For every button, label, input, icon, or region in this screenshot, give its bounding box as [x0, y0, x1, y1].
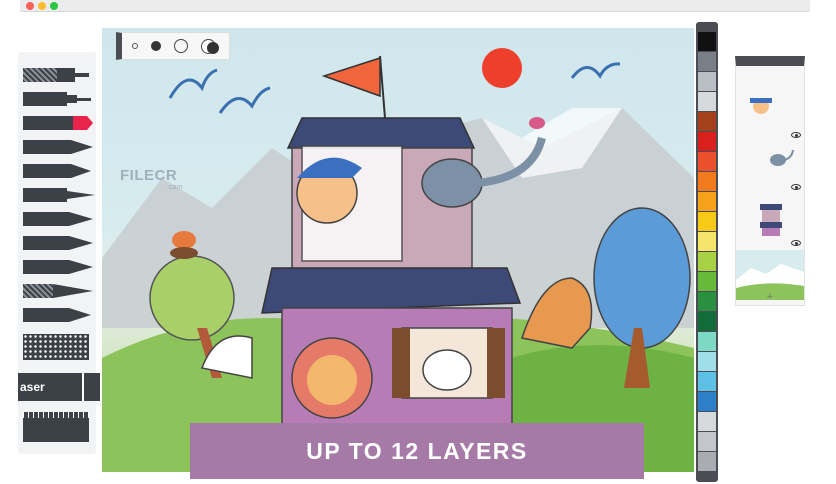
brush-size-l-button[interactable] [200, 37, 219, 55]
color-swatch[interactable] [698, 252, 716, 271]
color-swatch[interactable] [698, 152, 716, 171]
brush-size-xs-button[interactable] [132, 43, 139, 49]
layer-thumbnail [750, 98, 772, 114]
add-layer-button[interactable]: + [736, 291, 804, 303]
palette-knife-tool[interactable] [23, 284, 93, 298]
layer-item[interactable] [736, 196, 804, 246]
color-swatch[interactable] [698, 272, 716, 291]
color-swatch[interactable] [698, 332, 716, 351]
eraser-tool[interactable]: aser [18, 373, 82, 401]
color-swatch[interactable] [698, 432, 716, 451]
airbrush-tool[interactable] [23, 236, 93, 250]
title-bar [20, 0, 810, 12]
zoom-window-button[interactable] [50, 2, 58, 10]
close-window-button[interactable] [26, 2, 34, 10]
brush-size-bar [116, 32, 230, 60]
flat-brush-tool[interactable] [23, 212, 93, 226]
app-window: FILECR .com aser + UP TO 12 LAYERS [0, 0, 836, 484]
color-swatch[interactable] [698, 352, 716, 371]
color-swatch[interactable] [698, 372, 716, 391]
eye-icon[interactable] [791, 240, 801, 246]
marker-tool[interactable] [23, 116, 93, 130]
color-swatch[interactable] [698, 312, 716, 331]
pencil-tool[interactable] [23, 140, 93, 154]
layer-thumbnail [760, 204, 782, 236]
caption-banner: UP TO 12 LAYERS [190, 423, 644, 479]
minimize-window-button[interactable] [38, 2, 46, 10]
tools-panel: aser [18, 52, 100, 454]
color-swatch[interactable] [698, 412, 716, 431]
color-swatch[interactable] [698, 232, 716, 251]
layer-thumbnail [770, 149, 794, 166]
watermark-sub: .com [166, 184, 184, 191]
eraser-tip [82, 373, 100, 401]
color-swatch[interactable] [698, 92, 716, 111]
watercolor-brush-tool[interactable] [23, 260, 93, 274]
fineliner-tool[interactable] [23, 68, 89, 82]
illustration [102, 48, 694, 472]
ruler-tool[interactable] [23, 412, 89, 442]
ink-pen-tool[interactable] [23, 308, 91, 322]
texture-brush-tool[interactable] [23, 334, 89, 360]
technical-pen-tool[interactable] [23, 92, 91, 106]
eye-icon[interactable] [791, 184, 801, 190]
color-swatch[interactable] [698, 212, 716, 231]
layer-item[interactable] [736, 142, 804, 192]
brush-size-m-button[interactable] [173, 39, 188, 53]
drawing-canvas[interactable] [102, 28, 694, 472]
color-swatch[interactable] [698, 72, 716, 91]
layer-item[interactable] [736, 84, 804, 138]
color-swatch[interactable] [698, 172, 716, 191]
color-swatch[interactable] [698, 32, 716, 51]
eye-icon[interactable] [791, 132, 801, 138]
color-swatch[interactable] [698, 452, 716, 471]
color-palette [696, 22, 718, 482]
color-swatch[interactable] [698, 392, 716, 411]
color-swatch[interactable] [698, 192, 716, 211]
color-swatch[interactable] [698, 292, 716, 311]
color-swatch[interactable] [698, 112, 716, 131]
brush-size-s-button[interactable] [151, 41, 162, 51]
round-brush-tool[interactable] [23, 188, 95, 202]
eraser-label: aser [20, 380, 45, 394]
caption-text: UP TO 12 LAYERS [306, 437, 528, 464]
color-swatch[interactable] [698, 52, 716, 71]
crayon-tool[interactable] [23, 164, 91, 178]
watermark-text: FILECR [120, 167, 178, 184]
watermark: FILECR .com [120, 167, 183, 191]
layers-panel: + [735, 56, 805, 306]
color-swatch[interactable] [698, 132, 716, 151]
